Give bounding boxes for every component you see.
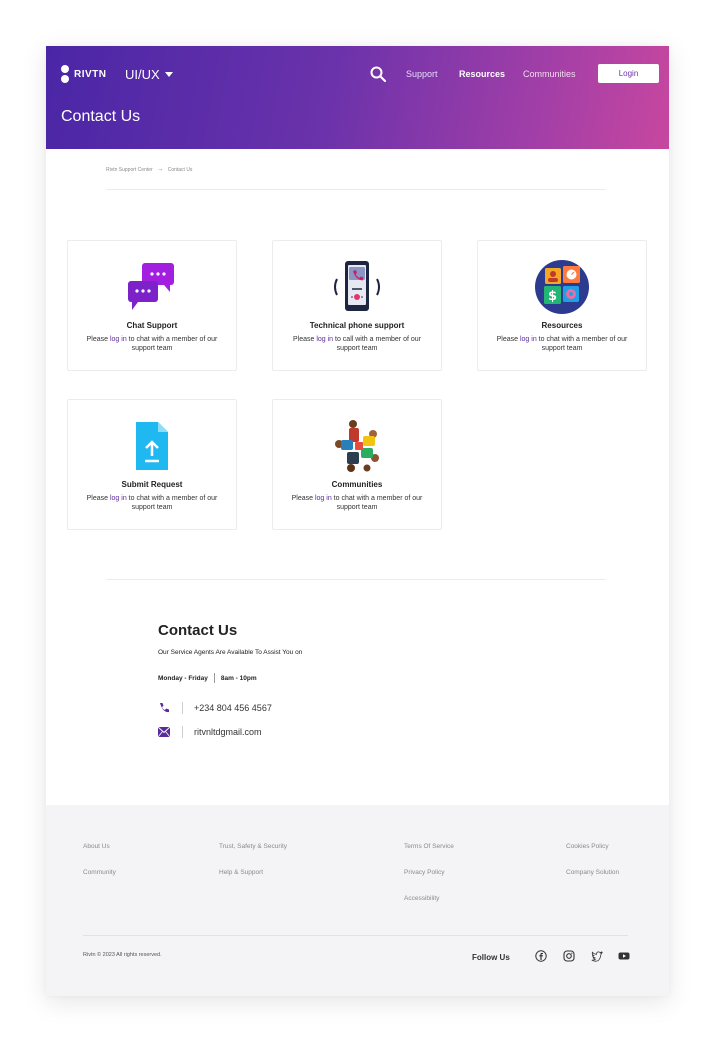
card-title: Communities: [331, 480, 383, 489]
file-upload-icon: [136, 422, 168, 470]
card-description: Please log in to chat with a member of o…: [281, 494, 433, 512]
card-title: Submit Request: [121, 480, 183, 489]
contact-email[interactable]: ritvnltdgmail.com: [158, 726, 262, 738]
hours-separator: [213, 673, 215, 683]
twitter-icon[interactable]: [591, 950, 603, 962]
login-link[interactable]: log in: [316, 336, 333, 343]
nav-resources[interactable]: Resources: [459, 69, 505, 79]
footer: About Us Community Trust, Safety & Secur…: [46, 805, 669, 996]
footer-link-terms[interactable]: Terms Of Service: [404, 843, 454, 850]
card-desc-post: to chat with a member of our support tea…: [126, 336, 218, 352]
divider: [106, 579, 606, 580]
phone-number[interactable]: +234 804 456 4567: [194, 703, 272, 713]
card-description: Please log in to chat with a member of o…: [76, 335, 228, 353]
divider: [106, 189, 606, 190]
chevron-down-icon: [164, 72, 173, 77]
instagram-icon[interactable]: [563, 950, 575, 962]
card-desc-pre: Please: [86, 495, 110, 502]
contact-phone[interactable]: +234 804 456 4567: [158, 702, 272, 714]
card-description: Please log in to chat with a member of o…: [486, 335, 638, 353]
facebook-icon[interactable]: [535, 950, 547, 962]
card-desc-pre: Please: [292, 336, 317, 343]
card-desc-post: to chat with a member of our support tea…: [126, 495, 218, 511]
breadcrumb-arrow-icon: →: [156, 166, 164, 173]
footer-link-help-support[interactable]: Help & Support: [219, 869, 263, 876]
header: RIVTN UI/UX Support Resources Communitie…: [46, 46, 669, 149]
footer-link-trust-safety[interactable]: Trust, Safety & Security: [219, 843, 287, 850]
page-title: Contact Us: [61, 108, 141, 125]
copyright: Rivtn © 2023 All rights reserved.: [83, 952, 162, 958]
card-chat-support[interactable]: Chat Support Please log in to chat with …: [67, 240, 237, 371]
card-technical-phone-support[interactable]: Technical phone support Please log in to…: [272, 240, 442, 371]
breadcrumb-current: Contact Us: [167, 166, 193, 173]
card-title: Technical phone support: [309, 321, 405, 330]
login-link[interactable]: log in: [110, 495, 127, 502]
phone-icon: [160, 703, 169, 713]
footer-divider: [83, 935, 628, 936]
footer-link-community[interactable]: Community: [83, 869, 116, 876]
email-address[interactable]: ritvnltdgmail.com: [194, 727, 262, 737]
card-submit-request[interactable]: Submit Request Please log in to chat wit…: [67, 399, 237, 530]
footer-link-privacy[interactable]: Privacy Policy: [404, 869, 444, 876]
resources-grid-icon: $: [535, 260, 589, 314]
contact-title: Contact Us: [158, 622, 238, 639]
page: RIVTN UI/UX Support Resources Communitie…: [46, 46, 669, 996]
login-button[interactable]: Login: [598, 64, 659, 83]
card-desc-post: to chat with a member of our support tea…: [331, 495, 423, 511]
card-communities[interactable]: Communities Please log in to chat with a…: [272, 399, 442, 530]
logo-text: RIVTN: [74, 68, 107, 80]
business-hours: Monday - Friday 8am - 10pm: [158, 673, 257, 683]
contact-separator: [182, 726, 183, 738]
card-desc-post: to call with a member of our support tea…: [333, 336, 422, 352]
chat-bubbles-icon: [128, 263, 174, 310]
hours-time: 8am - 10pm: [220, 674, 257, 682]
footer-link-about-us[interactable]: About Us: [83, 843, 110, 850]
card-desc-post: to chat with a member of our support tea…: [536, 336, 628, 352]
nav-support[interactable]: Support: [406, 69, 438, 79]
card-resources[interactable]: $ Resources Please log in to chat with a…: [477, 240, 647, 371]
mail-icon: [158, 727, 170, 737]
nav-communities[interactable]: Communities: [523, 69, 576, 79]
logo[interactable]: RIVTN: [61, 65, 107, 83]
logo-mark: [61, 65, 69, 83]
card-title: Resources: [541, 321, 583, 330]
login-link[interactable]: log in: [110, 336, 127, 343]
svg-text:$: $: [548, 289, 557, 304]
phone-call-icon: [334, 261, 380, 311]
youtube-icon[interactable]: [618, 950, 630, 962]
card-description: Please log in to chat with a member of o…: [76, 494, 228, 512]
card-description: Please log in to call with a member of o…: [281, 335, 433, 353]
breadcrumb: Rivtn Support Center → Contact Us: [106, 166, 192, 173]
card-desc-pre: Please: [291, 495, 315, 502]
login-link[interactable]: log in: [315, 495, 332, 502]
card-desc-pre: Please: [496, 336, 520, 343]
product-dropdown[interactable]: UI/UX: [125, 67, 173, 82]
footer-link-cookies[interactable]: Cookies Policy: [566, 843, 609, 850]
contact-description: Our Service Agents Are Available To Assi…: [158, 649, 303, 656]
footer-link-company-solution[interactable]: Company Solution: [566, 869, 619, 876]
card-title: Chat Support: [126, 321, 178, 330]
card-desc-pre: Please: [86, 336, 110, 343]
footer-link-accessibility[interactable]: Accessibility: [404, 895, 439, 902]
product-label: UI/UX: [125, 67, 160, 82]
people-community-icon: [335, 420, 379, 472]
contact-separator: [182, 702, 183, 714]
search-icon[interactable]: [370, 66, 386, 82]
hours-days: Monday - Friday: [158, 674, 208, 682]
follow-us-label: Follow Us: [472, 953, 510, 962]
breadcrumb-home[interactable]: Rivtn Support Center: [106, 167, 153, 173]
login-link[interactable]: log in: [520, 336, 537, 343]
